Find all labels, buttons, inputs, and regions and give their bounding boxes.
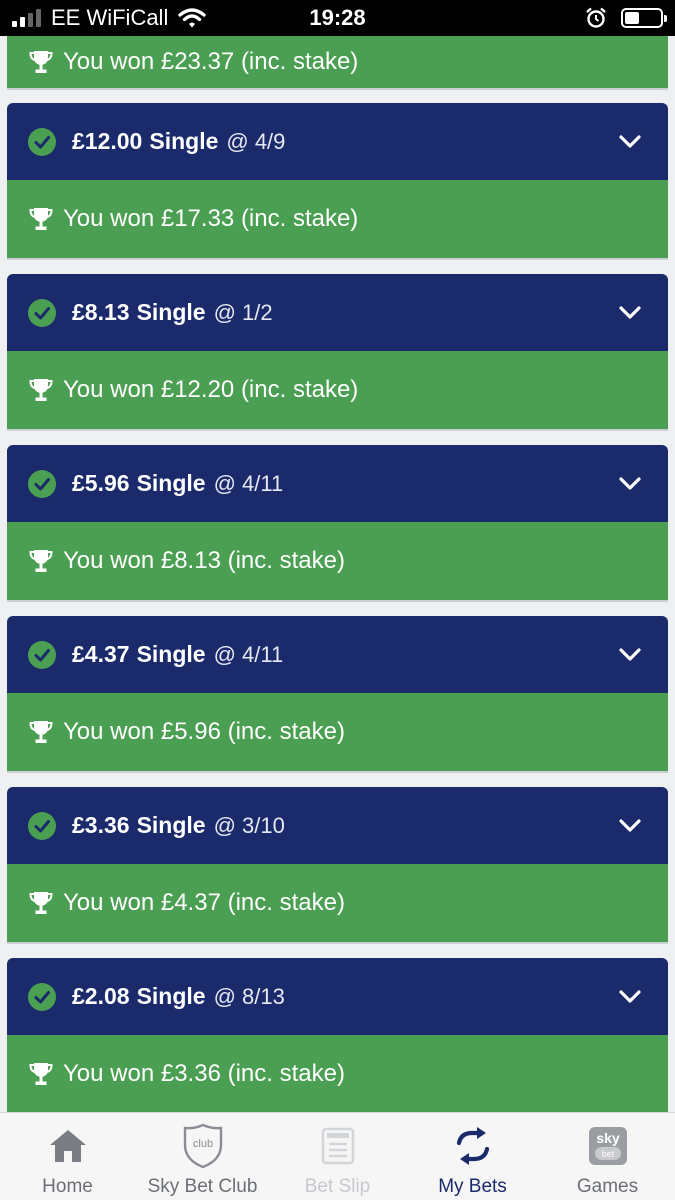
bet-win-banner: You won £17.33 (inc. stake) — [7, 180, 668, 258]
alarm-icon — [586, 7, 606, 28]
chevron-down-icon[interactable] — [616, 812, 644, 840]
bet-card-header[interactable]: £12.00 Single @ 4/9 — [7, 103, 668, 180]
bet-win-banner: You won £4.37 (inc. stake) — [7, 864, 668, 942]
bet-odds: @ 3/10 — [213, 812, 285, 838]
bet-odds: @ 4/11 — [213, 470, 284, 496]
bottom-nav: Home club Sky Bet Club Bet Slip My Bets — [0, 1112, 675, 1200]
win-text: You won £5.96 (inc. stake) — [63, 718, 345, 745]
check-circle-icon — [28, 298, 56, 327]
bet-type: Single — [136, 812, 206, 838]
nav-club-label: Sky Bet Club — [147, 1176, 258, 1197]
bet-card[interactable]: £5.96 Single @ 4/11 You won £8.13 (inc. sta… — [7, 445, 668, 600]
bet-stake: £5.96 — [72, 470, 130, 496]
games-icon-text-bottom: bet — [601, 1149, 614, 1159]
bet-win-banner: You won £3.36 (inc. stake) — [7, 1035, 668, 1112]
battery-icon — [621, 8, 667, 28]
home-icon — [48, 1122, 88, 1170]
nav-betslip-label: Bet Slip — [304, 1176, 371, 1197]
bets-list[interactable]: You won £23.37 (inc. stake) £12.00 Single… — [0, 36, 675, 1112]
bet-odds: @ 1/2 — [213, 299, 273, 325]
games-icon-text-top: sky — [596, 1130, 620, 1146]
win-text: You won £17.33 (inc. stake) — [63, 205, 359, 232]
wifi-icon — [178, 8, 207, 28]
bet-stake: £4.37 — [72, 641, 130, 667]
bet-win-banner: You won £8.13 (inc. stake) — [7, 522, 668, 600]
trophy-icon — [29, 719, 55, 745]
nav-games[interactable]: sky bet Games — [540, 1113, 675, 1200]
nav-home[interactable]: Home — [0, 1113, 135, 1200]
cellular-signal-icon — [12, 9, 41, 27]
bet-card[interactable]: £3.36 Single @ 3/10 You won £4.37 (inc. sta… — [7, 787, 668, 942]
bet-card[interactable]: £8.13 Single @ 1/2 You won £12.20 (inc. sta… — [7, 274, 668, 429]
nav-my-bets-label: My Bets — [438, 1176, 507, 1197]
win-text: You won £8.13 (inc. stake) — [63, 547, 345, 574]
win-text: You won £23.37 (inc. stake) — [63, 48, 359, 75]
check-circle-icon — [28, 982, 56, 1011]
bet-type: Single — [136, 299, 206, 325]
trophy-icon — [29, 890, 55, 916]
bet-win-banner: You won £12.20 (inc. stake) — [7, 351, 668, 429]
carrier-label: EE WiFiCall — [51, 5, 169, 30]
status-bar: EE WiFiCall 19:28 — [0, 0, 675, 36]
check-circle-icon — [28, 811, 56, 840]
trophy-icon — [29, 206, 55, 232]
win-text: You won £3.36 (inc. stake) — [63, 1060, 345, 1087]
bet-card[interactable]: £12.00 Single @ 4/9 You won £17.33 (inc. st… — [7, 103, 668, 258]
bet-card-header[interactable]: £8.13 Single @ 1/2 — [7, 274, 668, 351]
nav-home-label: Home — [42, 1176, 93, 1197]
bet-odds: @ 8/13 — [213, 983, 285, 1009]
nav-sky-bet-club[interactable]: club Sky Bet Club — [135, 1113, 270, 1200]
nav-games-label: Games — [576, 1176, 639, 1197]
sky-bet-games-icon: sky bet — [588, 1122, 628, 1170]
my-bets-icon — [453, 1122, 493, 1170]
nav-bet-slip[interactable]: Bet Slip — [270, 1113, 405, 1200]
bet-card[interactable]: £4.37 Single @ 4/11 You won £5.96 (inc. sta… — [7, 616, 668, 771]
trophy-icon — [29, 1061, 55, 1087]
bet-stake: £12.00 — [72, 128, 143, 154]
win-text: You won £4.37 (inc. stake) — [63, 889, 345, 916]
trophy-icon — [29, 548, 55, 574]
check-circle-icon — [28, 127, 56, 156]
trophy-icon — [29, 377, 55, 403]
chevron-down-icon[interactable] — [616, 983, 644, 1011]
betslip-icon — [321, 1122, 355, 1170]
bet-stake: £8.13 — [72, 299, 130, 325]
bet-type: Single — [136, 470, 206, 496]
chevron-down-icon[interactable] — [616, 128, 644, 156]
bet-card[interactable]: £2.08 Single @ 8/13 You won £3.36 (inc. sta… — [7, 958, 668, 1112]
club-icon-text: club — [192, 1138, 212, 1150]
trophy-icon — [29, 49, 55, 75]
win-text: You won £12.20 (inc. stake) — [63, 376, 359, 403]
chevron-down-icon[interactable] — [616, 470, 644, 498]
nav-my-bets[interactable]: My Bets — [405, 1113, 540, 1200]
bet-type: Single — [149, 128, 219, 154]
chevron-down-icon[interactable] — [616, 299, 644, 327]
chevron-down-icon[interactable] — [616, 641, 644, 669]
bet-win-banner: You won £5.96 (inc. stake) — [7, 693, 668, 771]
bet-card-header[interactable]: £2.08 Single @ 8/13 — [7, 958, 668, 1035]
partial-win-banner: You won £23.37 (inc. stake) — [7, 36, 668, 88]
bet-card-header[interactable]: £4.37 Single @ 4/11 — [7, 616, 668, 693]
club-shield-icon: club — [183, 1122, 223, 1170]
bet-type: Single — [136, 983, 206, 1009]
bet-stake: £2.08 — [72, 983, 130, 1009]
bet-type: Single — [136, 641, 206, 667]
bet-card-header[interactable]: £5.96 Single @ 4/11 — [7, 445, 668, 522]
bet-stake: £3.36 — [72, 812, 130, 838]
bet-card-header[interactable]: £3.36 Single @ 3/10 — [7, 787, 668, 864]
check-circle-icon — [28, 469, 56, 498]
bet-odds: @ 4/11 — [213, 641, 284, 667]
bet-odds: @ 4/9 — [226, 128, 286, 154]
check-circle-icon — [28, 640, 56, 669]
